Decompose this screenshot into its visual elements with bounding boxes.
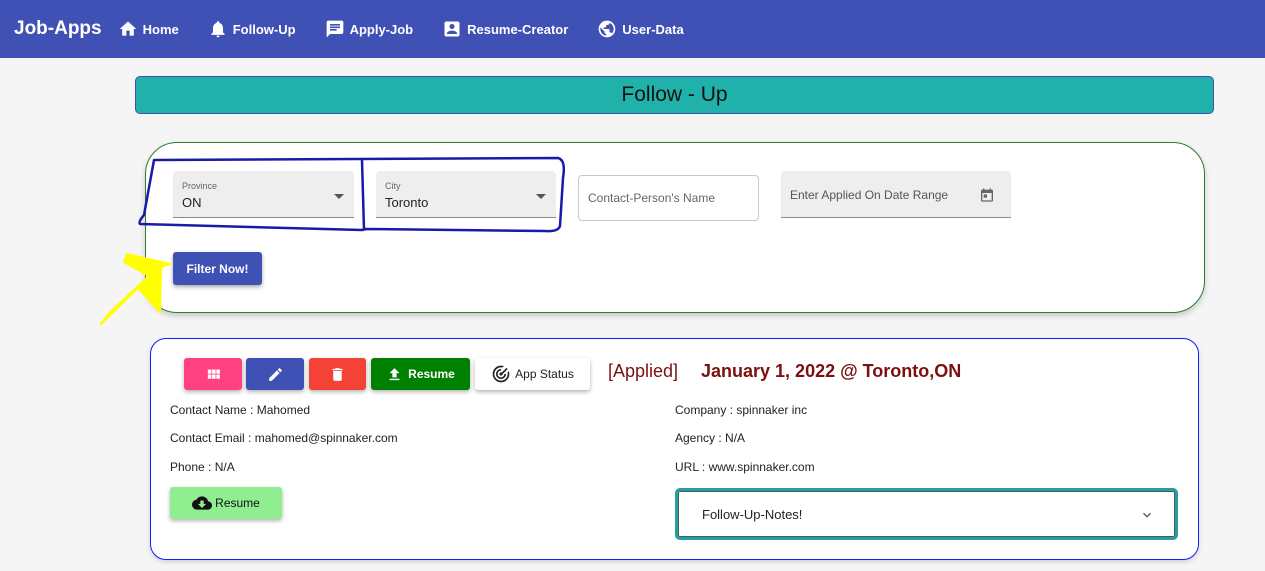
nav-apply-job[interactable]: Apply-Job bbox=[325, 19, 414, 39]
province-label: Province bbox=[182, 181, 218, 191]
nav-home[interactable]: Home bbox=[118, 19, 179, 39]
company: Company : spinnaker inc bbox=[675, 403, 808, 417]
date-range-field[interactable]: Enter Applied On Date Range bbox=[781, 171, 1011, 218]
status-badge: [Applied] bbox=[608, 361, 679, 381]
navbar: Job-Apps Home Follow-Up Apply-Job Resume… bbox=[0, 0, 1265, 58]
app-status-button[interactable]: App Status bbox=[475, 358, 590, 390]
city-label: City bbox=[385, 181, 401, 191]
contact-email: Contact Email : mahomed@spinnaker.com bbox=[170, 431, 398, 445]
date-location: January 1, 2022 @ Toronto,ON bbox=[701, 361, 962, 381]
filter-card bbox=[145, 142, 1205, 313]
phone: Phone : N/A bbox=[170, 460, 235, 474]
nav-resume-creator[interactable]: Resume-Creator bbox=[442, 19, 568, 39]
home-icon bbox=[119, 21, 136, 36]
nav-follow-up-label: Follow-Up bbox=[232, 21, 296, 37]
contact-card-icon bbox=[444, 21, 460, 37]
contact-person-input[interactable] bbox=[579, 176, 758, 220]
data-usage-icon bbox=[598, 20, 616, 38]
trash-icon bbox=[332, 367, 343, 381]
download-resume-button[interactable]: Resume bbox=[170, 487, 282, 519]
brand-logo[interactable]: Job-Apps bbox=[14, 18, 102, 40]
cloud-download-icon bbox=[192, 496, 213, 510]
upload-resume-label: Resume bbox=[408, 367, 455, 381]
follow-up-notes-accordion[interactable]: Follow-Up-Notes! bbox=[675, 488, 1178, 540]
filter-now-button[interactable]: Filter Now! bbox=[173, 252, 262, 285]
radar-icon bbox=[492, 365, 510, 383]
nav-apply-job-label: Apply-Job bbox=[349, 21, 414, 37]
city-select[interactable]: City Toronto bbox=[376, 171, 556, 218]
delete-button[interactable] bbox=[309, 358, 366, 390]
province-value: ON bbox=[182, 195, 202, 210]
url: URL : www.spinnaker.com bbox=[675, 460, 815, 474]
follow-up-notes-title: Follow-Up-Notes! bbox=[702, 506, 803, 522]
nav-user-data[interactable]: User-Data bbox=[597, 19, 684, 39]
agency: Agency : N/A bbox=[675, 431, 746, 445]
nav-home-label: Home bbox=[142, 21, 179, 37]
upload-resume-button[interactable]: Resume bbox=[371, 358, 470, 390]
chevron-down-icon bbox=[1143, 512, 1151, 518]
caret-down-icon bbox=[536, 194, 546, 199]
contact-person-field[interactable] bbox=[578, 175, 759, 221]
bell-icon bbox=[211, 21, 225, 38]
grid-icon bbox=[207, 369, 220, 379]
calendar-icon[interactable] bbox=[979, 187, 995, 203]
message-icon bbox=[326, 20, 343, 38]
edit-button[interactable] bbox=[246, 358, 304, 390]
nav-follow-up[interactable]: Follow-Up bbox=[208, 19, 296, 39]
upload-icon bbox=[389, 367, 400, 380]
nav-resume-creator-label: Resume-Creator bbox=[467, 21, 569, 37]
nav-user-data-label: User-Data bbox=[622, 21, 684, 37]
page-title-bar: Follow - Up bbox=[135, 76, 1214, 114]
date-range-placeholder: Enter Applied On Date Range bbox=[790, 188, 949, 202]
pencil-icon bbox=[268, 367, 282, 381]
contact-name: Contact Name : Mahomed bbox=[170, 403, 311, 417]
grid-view-button[interactable] bbox=[184, 358, 242, 390]
app-status-label: App Status bbox=[515, 367, 574, 381]
caret-down-icon bbox=[334, 194, 344, 199]
city-value: Toronto bbox=[385, 195, 429, 210]
province-select[interactable]: Province ON bbox=[173, 171, 354, 218]
download-resume-label: Resume bbox=[215, 496, 260, 510]
page-title: Follow - Up bbox=[621, 83, 728, 106]
